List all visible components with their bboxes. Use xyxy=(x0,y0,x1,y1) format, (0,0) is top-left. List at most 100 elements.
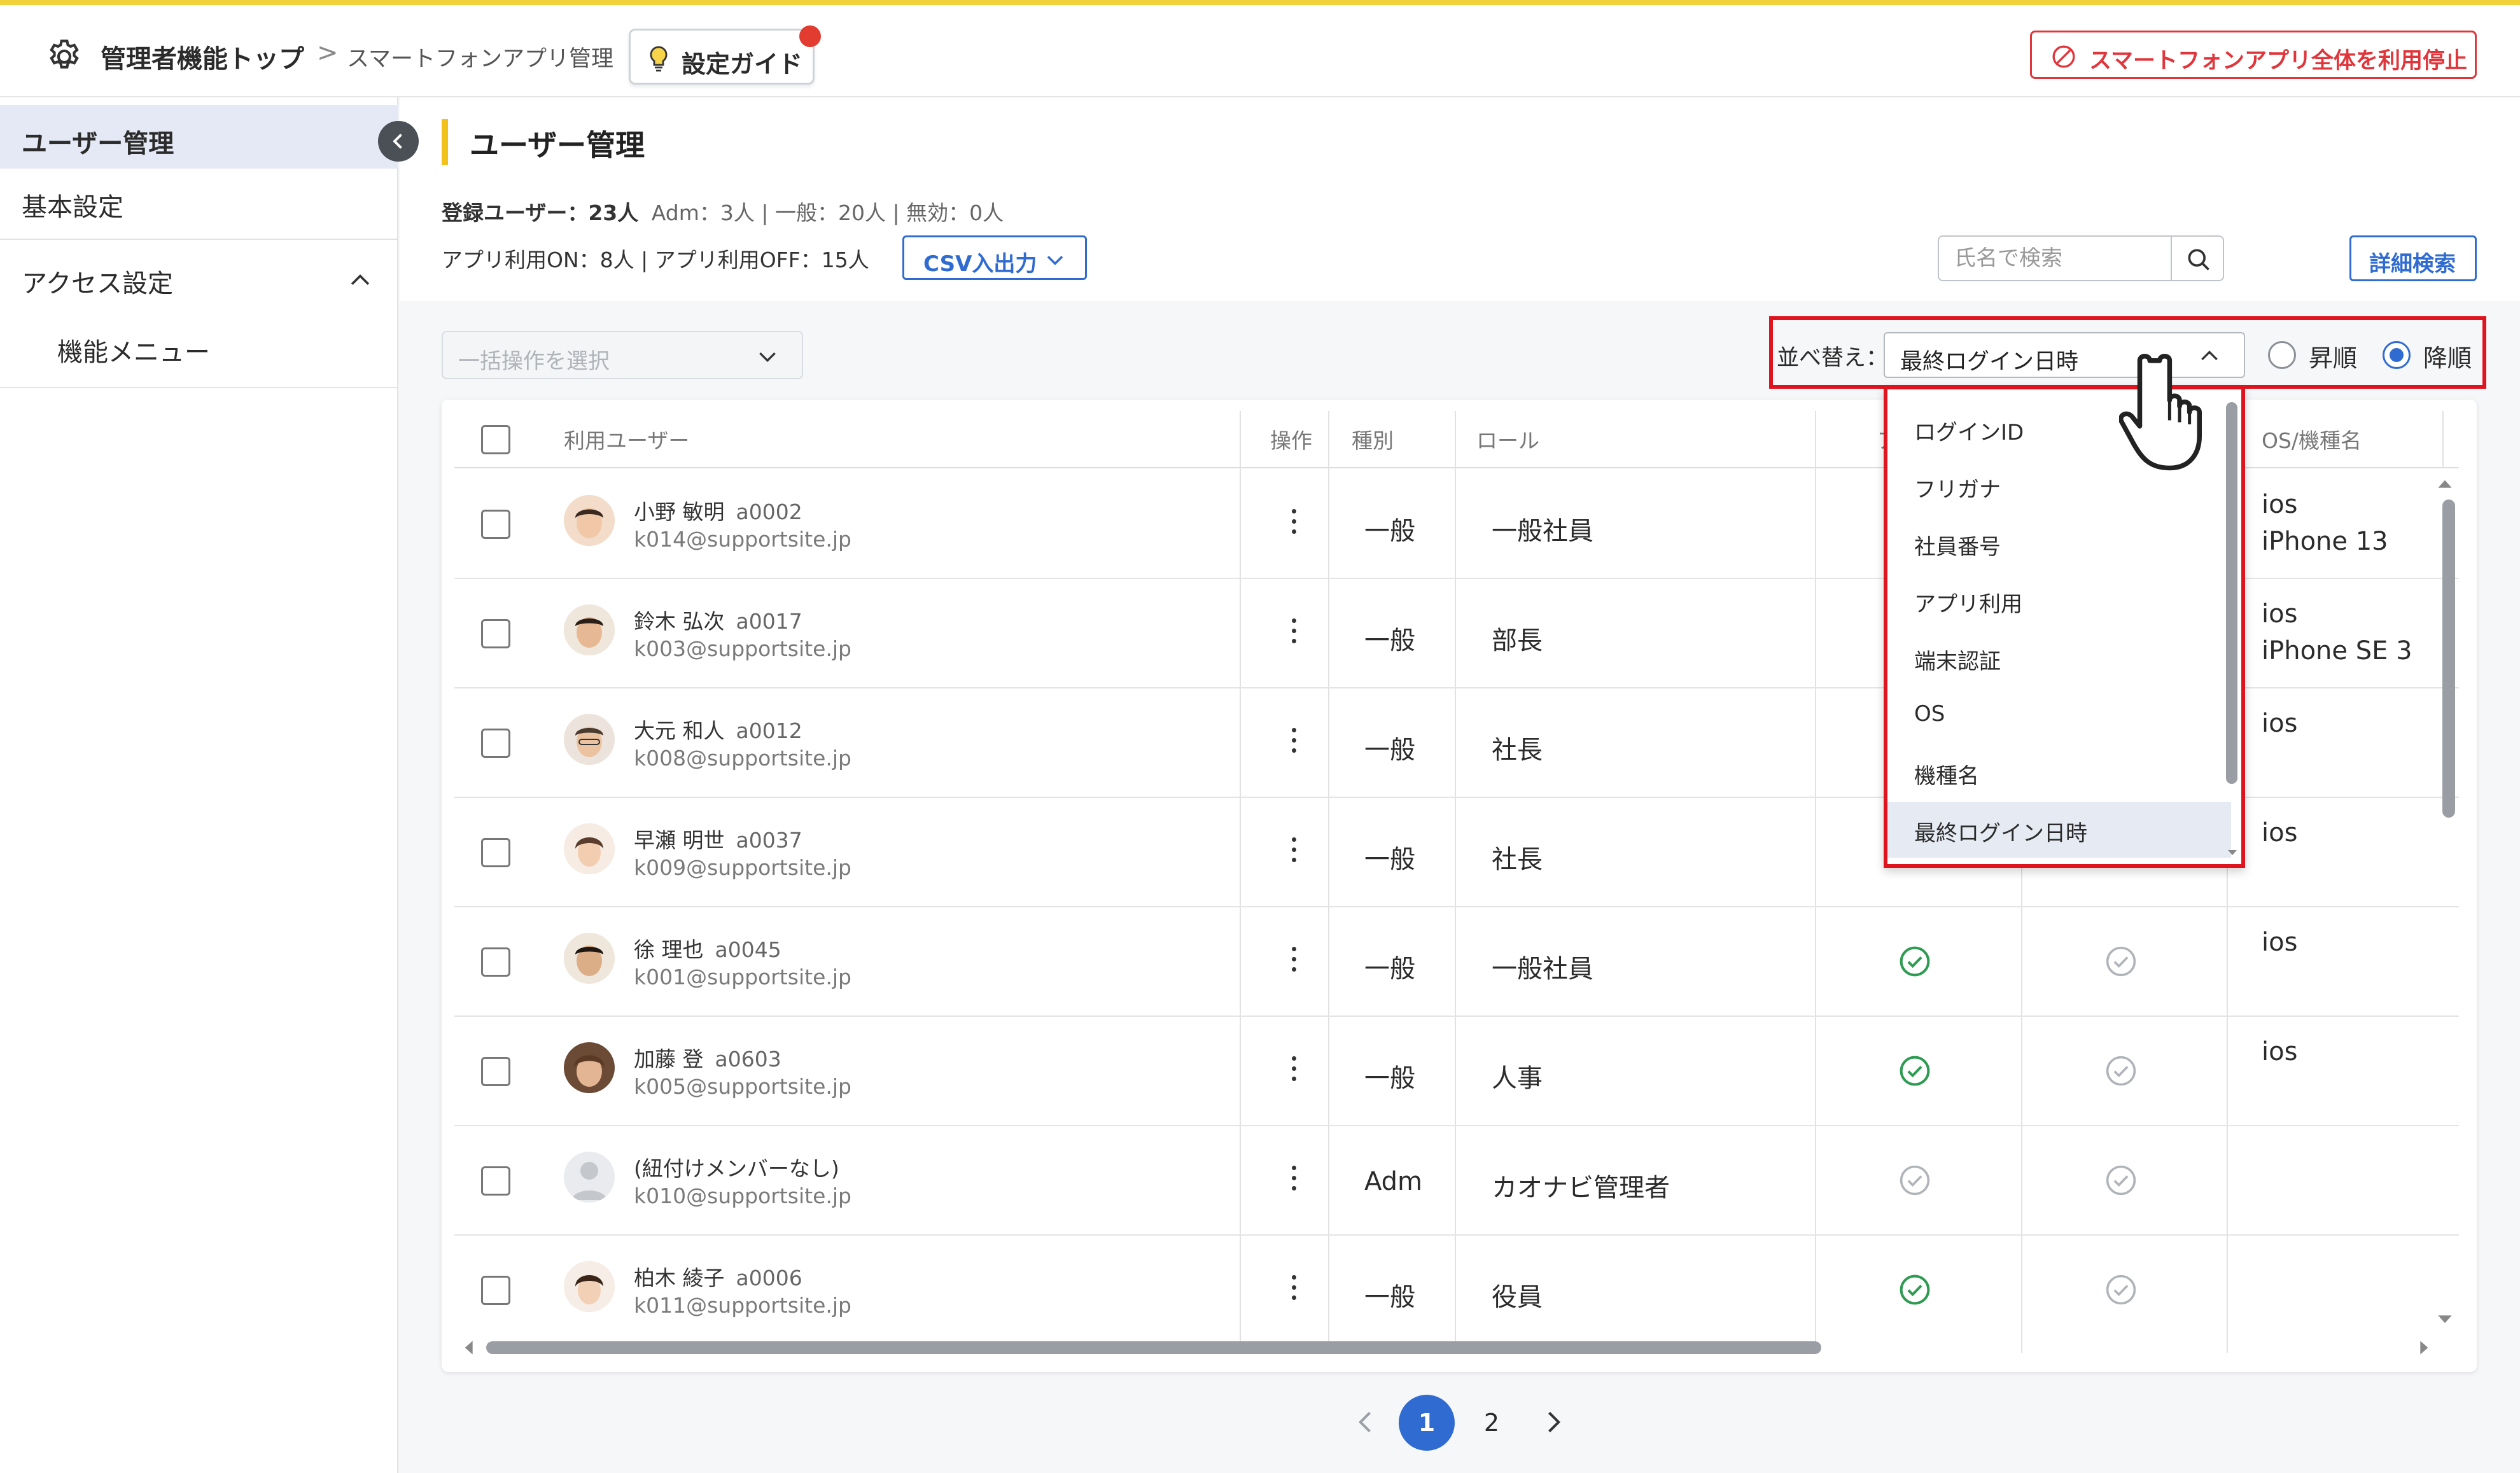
sort-desc-radio[interactable] xyxy=(2383,341,2411,369)
sort-selected-value: 最終ログイン日時 xyxy=(1900,349,2079,375)
kebab-icon[interactable] xyxy=(1292,1166,1298,1195)
scroll-up-arrow-icon[interactable] xyxy=(2435,476,2455,491)
search-icon xyxy=(2188,249,2209,270)
row-checkbox[interactable] xyxy=(481,947,510,977)
gear-icon[interactable] xyxy=(45,37,84,76)
kebab-icon[interactable] xyxy=(1292,1056,1298,1086)
sort-option-employee-number[interactable]: 社員番号 xyxy=(1887,515,2231,571)
user-email: k011@supportsite.jp xyxy=(634,1293,852,1318)
breadcrumb-current: スマートフォンアプリ管理 xyxy=(347,46,613,72)
sidebar-item-function-menu[interactable]: 機能メニュー xyxy=(0,314,398,377)
sort-label: 並べ替え： xyxy=(1777,346,1889,371)
user-email: k009@supportsite.jp xyxy=(634,855,852,880)
user-role: 社長 xyxy=(1492,736,1543,765)
sidebar-item-access-settings[interactable]: アクセス設定 xyxy=(0,245,398,309)
breadcrumb-separator: > xyxy=(317,38,339,67)
select-all-checkbox[interactable] xyxy=(481,425,510,454)
kebab-icon[interactable] xyxy=(1292,509,1298,538)
chevron-up-icon[interactable] xyxy=(346,267,374,295)
user-model: iPhone 13 xyxy=(2262,527,2388,556)
check-circle-icon xyxy=(2106,1165,2136,1196)
user-role: 人事 xyxy=(1492,1064,1543,1093)
name-search-input[interactable] xyxy=(1938,235,2172,281)
row-checkbox[interactable] xyxy=(481,619,510,648)
bulk-action-placeholder: 一括操作を選択 xyxy=(458,349,610,374)
check-circle-icon xyxy=(2106,1274,2136,1305)
user-role: 社長 xyxy=(1492,845,1543,874)
advanced-search-button[interactable]: 詳細検索 xyxy=(2349,235,2477,281)
user-name: 鈴木 弘次 a0017 xyxy=(634,609,802,634)
kebab-icon[interactable] xyxy=(1292,618,1298,648)
stat-separator: | xyxy=(641,248,648,272)
kebab-icon[interactable] xyxy=(1292,728,1298,757)
notification-dot xyxy=(799,25,821,47)
user-role: 一般社員 xyxy=(1492,954,1593,984)
user-email: k001@supportsite.jp xyxy=(634,965,852,989)
page-1-button[interactable]: 1 xyxy=(1399,1395,1455,1451)
pager-next-icon[interactable] xyxy=(1539,1406,1567,1438)
row-checkbox[interactable] xyxy=(481,729,510,758)
sort-asc-radio[interactable] xyxy=(2268,341,2296,369)
vertical-scroll-thumb[interactable] xyxy=(2442,499,2455,818)
page-2-button[interactable]: 2 xyxy=(1464,1395,1520,1451)
scroll-down-arrow-icon[interactable] xyxy=(2435,1312,2455,1327)
sidebar-divider xyxy=(0,239,398,240)
scroll-right-arrow-icon[interactable] xyxy=(2417,1337,2432,1358)
row-checkbox[interactable] xyxy=(481,1057,510,1086)
setting-guide-label: 設定ガイド xyxy=(682,50,803,78)
csv-io-label: CSV入出力 xyxy=(923,251,1037,277)
sidebar-item-basic-settings[interactable]: 基本設定 xyxy=(0,169,398,232)
check-circle-icon xyxy=(1900,1274,1930,1305)
search-button[interactable] xyxy=(2171,235,2224,281)
sort-option-os[interactable]: OS xyxy=(1887,687,2231,743)
stat-separator: | xyxy=(761,200,769,225)
sidebar: ユーザー管理 基本設定 アクセス設定 機能メニュー xyxy=(0,97,398,1473)
title-accent-bar xyxy=(442,119,448,165)
scroll-left-arrow-icon[interactable] xyxy=(461,1337,476,1358)
user-count-stats: 登録ユーザー：23人 Adm：3人 | 一般：20人 | 無効：0人 xyxy=(442,196,1004,227)
admin-top-link[interactable]: 管理者機能トップ xyxy=(101,38,304,75)
top-accent-line xyxy=(0,0,2520,5)
sidebar-collapse-button[interactable] xyxy=(378,121,419,162)
pager-prev-icon[interactable] xyxy=(1352,1406,1380,1438)
sort-option-last-login[interactable]: 最終ログイン日時 xyxy=(1887,802,2231,858)
user-model: iPhone SE 3 xyxy=(2262,636,2412,666)
user-type: 一般 xyxy=(1364,1064,1415,1093)
user-type: 一般 xyxy=(1364,626,1415,655)
row-checkbox[interactable] xyxy=(481,1276,510,1305)
user-name: 小野 敏明 a0002 xyxy=(634,499,802,524)
sidebar-item-user-management[interactable]: ユーザー管理 xyxy=(0,105,398,169)
setting-guide-button[interactable]: 設定ガイド xyxy=(629,29,815,85)
advanced-search-label: 詳細検索 xyxy=(2369,251,2456,277)
avatar xyxy=(564,933,615,984)
table-row[interactable]: 柏木 綾子 a0006 k011@supportsite.jp 一般 役員 xyxy=(454,1236,2459,1345)
user-role: 一般社員 xyxy=(1492,517,1593,546)
col-os-model: OS/機種名 xyxy=(2262,428,2362,453)
bulk-action-select[interactable]: 一括操作を選択 xyxy=(442,331,803,379)
table-row[interactable]: 徐 理也 a0045 k001@supportsite.jp 一般 一般社員 io… xyxy=(454,907,2459,1017)
invalid-count: 無効：0人 xyxy=(906,200,1004,225)
horizontal-scroll-thumb[interactable] xyxy=(486,1341,1821,1354)
user-os: ios xyxy=(2262,818,2298,848)
user-email: k014@supportsite.jp xyxy=(634,527,852,552)
col-user: 利用ユーザー xyxy=(564,428,690,453)
row-checkbox[interactable] xyxy=(481,1166,510,1196)
row-checkbox[interactable] xyxy=(481,838,510,867)
row-checkbox[interactable] xyxy=(481,510,510,539)
sort-option-device-auth[interactable]: 端末認証 xyxy=(1887,630,2231,686)
stop-all-app-button[interactable]: スマートフォンアプリ全体を利用停止 xyxy=(2030,31,2477,79)
sort-option-app-usage[interactable]: アプリ利用 xyxy=(1887,573,2231,629)
kebab-icon[interactable] xyxy=(1292,837,1298,867)
avatar xyxy=(564,714,615,765)
stop-all-app-label: スマートフォンアプリ全体を利用停止 xyxy=(2089,48,2467,74)
dropdown-scroll-down-icon[interactable] xyxy=(2226,848,2239,858)
table-row[interactable]: (紐付けメンバーなし) k010@supportsite.jp Adm カオナビ… xyxy=(454,1126,2459,1236)
table-row[interactable]: 加藤 登 a0603 k005@supportsite.jp 一般 人事 ios xyxy=(454,1017,2459,1126)
csv-io-button[interactable]: CSV入出力 xyxy=(902,235,1087,280)
sort-option-model[interactable]: 機種名 xyxy=(1887,744,2231,800)
sidebar-item-label: 機能メニュー xyxy=(57,338,210,367)
sidebar-item-label: アクセス設定 xyxy=(22,269,173,298)
kebab-icon[interactable] xyxy=(1292,947,1298,976)
kebab-icon[interactable] xyxy=(1292,1275,1298,1304)
chevron-down-icon xyxy=(759,352,776,363)
